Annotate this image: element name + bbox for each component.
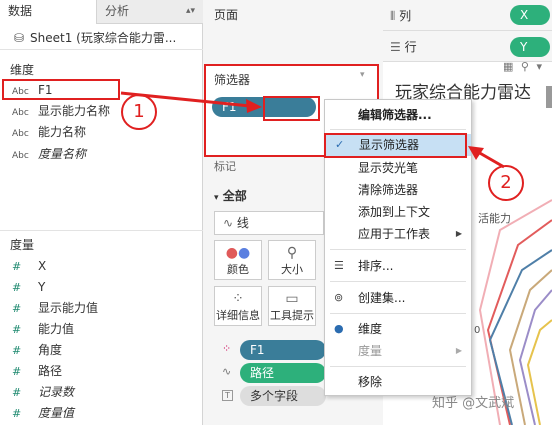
arrowhead-icon	[246, 99, 262, 113]
annotation-badge-1: 1	[121, 94, 157, 130]
annotation-arrows	[120, 91, 505, 169]
annotation-badge-2: 2	[488, 165, 524, 201]
